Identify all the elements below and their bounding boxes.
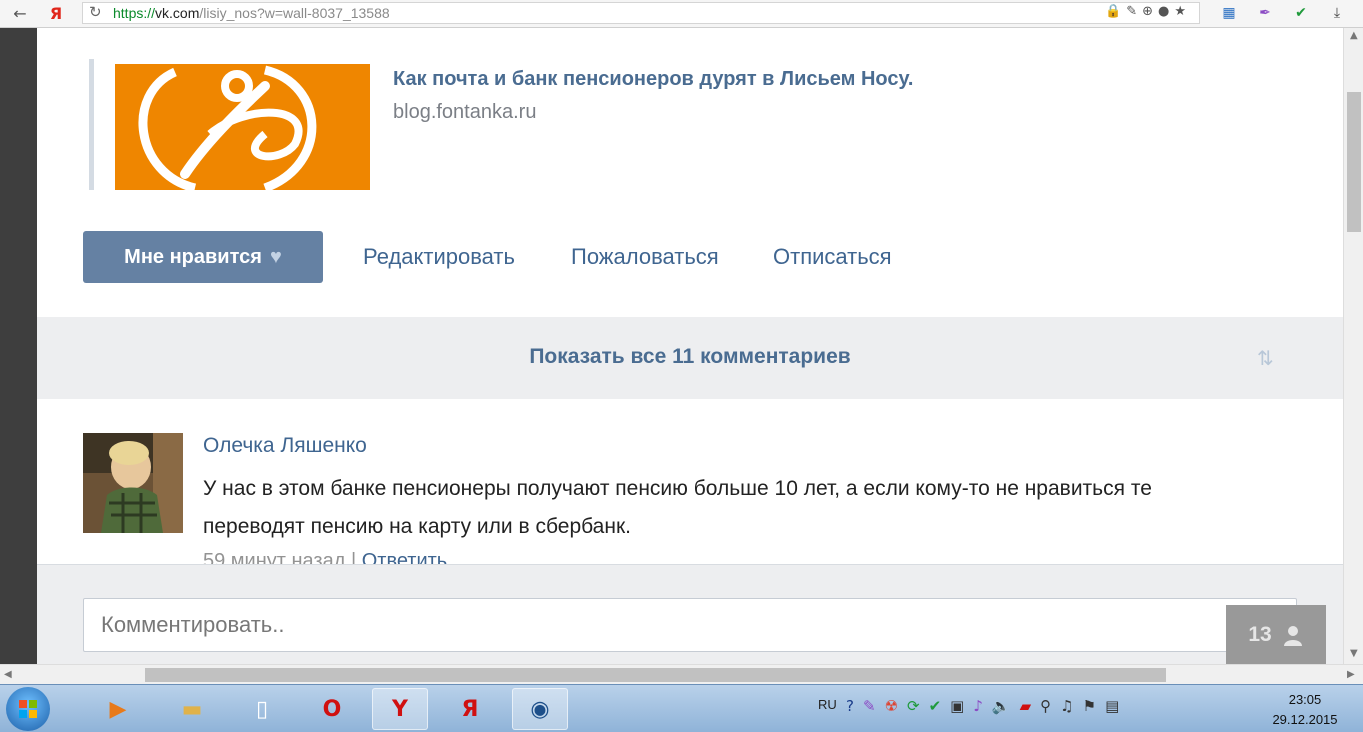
horizontal-scroll-thumb[interactable] xyxy=(145,668,1166,682)
taskbar-yandex-icon[interactable]: Я xyxy=(442,688,498,730)
tray-pen-icon[interactable]: ✎ xyxy=(863,697,885,715)
clock-time: 23:05 xyxy=(1288,692,1322,707)
tray-check-icon[interactable]: ✔ xyxy=(929,697,951,715)
bookmark-star-icon[interactable]: ★ xyxy=(1174,4,1191,19)
comments-header: Показать все 11 комментариев ⇅ xyxy=(37,317,1343,399)
tray-ati-icon[interactable]: ▰ xyxy=(1020,697,1041,715)
windows-logo-icon xyxy=(19,700,37,718)
tray-app-icon[interactable]: ▣ xyxy=(950,697,973,715)
tray-note-icon[interactable]: ♪ xyxy=(973,697,992,715)
zoom-icon[interactable]: ⊕ xyxy=(1142,4,1158,19)
link-title[interactable]: Как почта и банк пенсионеров дурят в Лис… xyxy=(393,68,913,91)
scroll-right-arrow-icon[interactable]: ▶ xyxy=(1347,669,1355,680)
address-bar[interactable]: ↻ https://vk.com/lisiy_nos?w=wall-8037_1… xyxy=(82,2,1200,24)
taskbar-document-icon[interactable]: ▯ xyxy=(234,688,290,730)
system-tray-icons: ?✎☢⟳✔▣♪🔈▰⚲♫⚑▤ xyxy=(846,697,1128,715)
clock-date: 29.12.2015 xyxy=(1272,712,1338,727)
yandex-logo-icon: Я xyxy=(49,4,63,23)
viewers-count: 13 xyxy=(1248,623,1272,646)
tray-radiation-icon[interactable]: ☢ xyxy=(885,697,907,715)
scroll-up-arrow-icon[interactable]: ▲ xyxy=(1350,30,1358,41)
user-icon xyxy=(1283,626,1302,646)
language-indicator[interactable]: RU xyxy=(818,697,837,712)
avatar[interactable] xyxy=(83,433,183,533)
back-arrow-icon: ← xyxy=(13,4,27,23)
taskbar-media-player-icon[interactable]: ▶ xyxy=(90,688,146,730)
attachment-quote-bar xyxy=(89,59,94,190)
comment-composer: Комментировать.. 13 xyxy=(37,564,1343,664)
unsubscribe-link[interactable]: Отписаться xyxy=(773,244,892,270)
taskbar-explorer-icon[interactable]: ▬ xyxy=(164,688,220,730)
comment-input[interactable]: Комментировать.. xyxy=(83,598,1297,652)
windows-taskbar: ▶ ▬ ▯ O Y Я ◉ RU ?✎☢⟳✔▣♪🔈▰⚲♫⚑▤ 23:05 29.… xyxy=(0,684,1363,732)
downloads-icon[interactable]: ⤓ xyxy=(1326,3,1348,23)
horizontal-scrollbar[interactable]: ◀ ▶ xyxy=(0,664,1363,684)
url-scheme: https:// xyxy=(113,5,156,21)
taskbar-opera-icon[interactable]: O xyxy=(304,688,360,730)
scroll-down-arrow-icon[interactable]: ▼ xyxy=(1350,648,1358,659)
report-link[interactable]: Пожаловаться xyxy=(571,244,719,270)
viewers-counter[interactable]: 13 xyxy=(1226,605,1326,664)
network-icon[interactable]: ▤ xyxy=(1105,697,1128,715)
left-page-margin xyxy=(0,28,37,664)
address-bar-icons: 🔒✎⊕●★ xyxy=(1105,4,1191,19)
bulb-icon[interactable]: ● xyxy=(1158,4,1174,19)
extension-pen-icon[interactable]: ✎ xyxy=(1126,4,1142,19)
extension-translate-icon[interactable]: ▦ xyxy=(1218,3,1240,23)
tray-usb-icon[interactable]: ⚲ xyxy=(1040,697,1060,715)
help-icon[interactable]: ? xyxy=(846,697,863,715)
comment-author[interactable]: Олечка Ляшенко xyxy=(203,434,367,458)
start-button[interactable] xyxy=(6,687,50,731)
extension-shield-icon[interactable]: ✔ xyxy=(1290,3,1312,23)
back-button[interactable]: ← xyxy=(8,2,32,26)
url-text: https://vk.com/lisiy_nos?w=wall-8037_135… xyxy=(113,5,390,21)
scroll-left-arrow-icon[interactable]: ◀ xyxy=(4,669,12,680)
show-all-comments-link[interactable]: Показать все 11 комментариев xyxy=(37,345,1343,369)
taskbar-yandex-browser-icon[interactable]: Y xyxy=(372,688,428,730)
speaker-icon[interactable]: ♫ xyxy=(1060,697,1082,715)
vertical-scrollbar[interactable]: ▲ ▼ xyxy=(1343,28,1363,664)
reload-icon[interactable]: ↻ xyxy=(89,3,102,21)
volume-icon[interactable]: 🔈 xyxy=(992,697,1020,715)
lock-icon[interactable]: 🔒 xyxy=(1105,4,1126,19)
url-host: vk.com xyxy=(155,5,200,21)
flag-icon[interactable]: ⚑ xyxy=(1083,697,1105,715)
vertical-scroll-thumb[interactable] xyxy=(1347,92,1361,232)
tray-sync-icon[interactable]: ⟳ xyxy=(907,697,929,715)
extension-feather-icon[interactable]: ✒ xyxy=(1254,3,1276,23)
link-thumbnail[interactable] xyxy=(115,64,370,190)
url-path: /lisiy_nos?w=wall-8037_13588 xyxy=(199,5,390,21)
taskbar-clock[interactable]: 23:05 29.12.2015 xyxy=(1266,690,1344,730)
sort-comments-icon[interactable]: ⇅ xyxy=(1257,346,1274,370)
fontanka-logo-icon xyxy=(138,65,317,190)
avatar-photo-icon xyxy=(83,433,183,533)
edit-link[interactable]: Редактировать xyxy=(363,244,515,270)
yandex-home-button[interactable]: Я xyxy=(44,2,68,26)
taskbar-network-app-icon[interactable]: ◉ xyxy=(512,688,568,730)
like-label: Мне нравится xyxy=(124,245,262,268)
heart-icon: ♥ xyxy=(269,245,282,268)
browser-toolbar: ← Я ↻ https://vk.com/lisiy_nos?w=wall-80… xyxy=(0,0,1363,28)
wall-post-page: Как почта и банк пенсионеров дурят в Лис… xyxy=(37,28,1343,664)
comment-text: У нас в этом банке пенсионеры получают п… xyxy=(203,477,1152,538)
link-domain: blog.fontanka.ru xyxy=(393,101,537,123)
like-button[interactable]: Мне нравится ♥ xyxy=(83,231,323,283)
